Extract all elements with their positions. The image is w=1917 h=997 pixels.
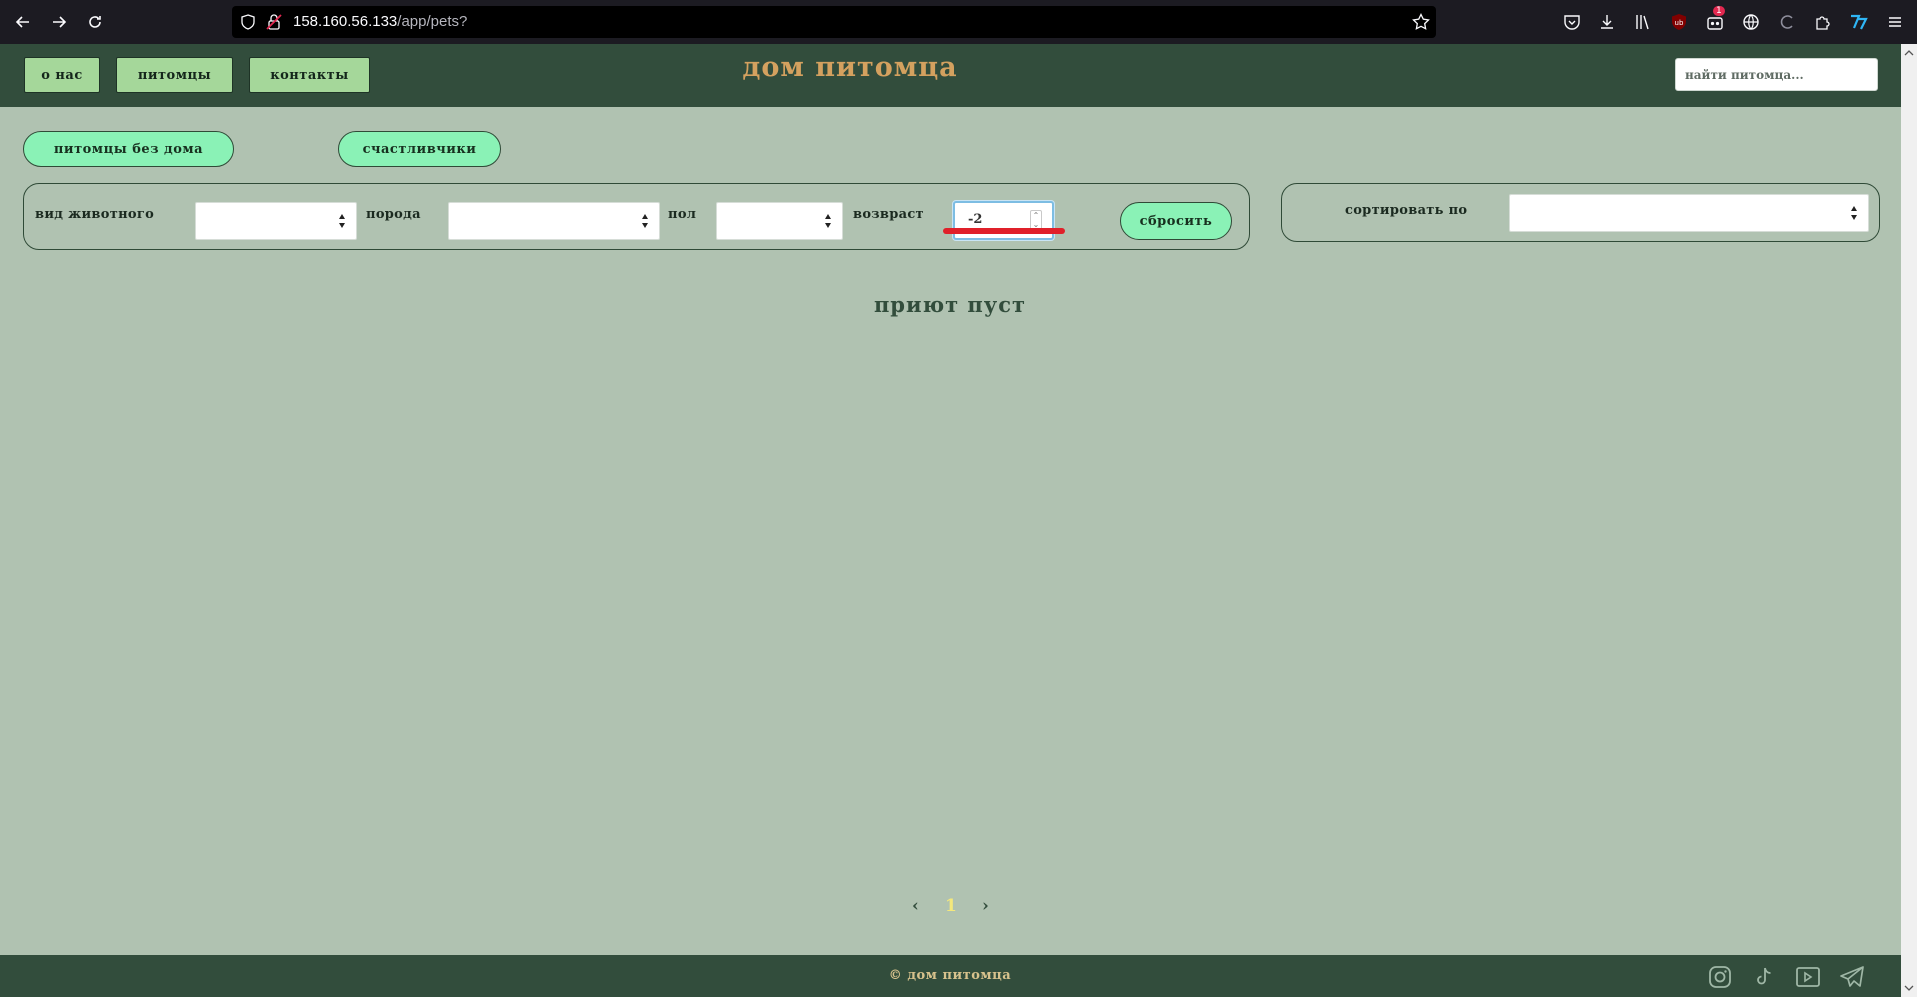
pet-search-input[interactable] (1675, 58, 1878, 91)
age-input-value: -2 (968, 212, 983, 227)
ublock-icon[interactable]: ub (1668, 11, 1690, 33)
breed-label: ПОРОДА (366, 207, 421, 222)
species-label: ВИД ЖИВОТНОГО (35, 207, 155, 222)
pocket-icon[interactable] (1561, 11, 1583, 33)
insecure-lock-icon[interactable] (266, 13, 282, 36)
globe-icon[interactable] (1740, 11, 1762, 33)
sex-label: ПОЛ (668, 207, 697, 222)
species-select[interactable] (195, 202, 357, 240)
extension-badge-icon[interactable]: 1 (1704, 6, 1726, 33)
nav-contacts-button[interactable]: КОНТАКТЫ (249, 57, 370, 93)
downloads-icon[interactable] (1596, 11, 1618, 33)
scroll-down-arrow-icon[interactable] (1904, 983, 1914, 993)
url-text: 158.160.56.133/app/pets? (293, 13, 468, 30)
age-number-input[interactable]: -2 ⌃ ⌄ (953, 201, 1054, 240)
translate-extension-icon[interactable] (1848, 11, 1870, 33)
footer-copyright: © ДОМ ПИТОМЦА (888, 968, 1012, 983)
nav-pets-button[interactable]: ПИТОМЦЫ (116, 57, 233, 93)
site-footer: © ДОМ ПИТОМЦА (0, 955, 1901, 997)
reset-filters-button[interactable]: СБРОСИТЬ (1120, 202, 1232, 240)
annotation-red-underline (943, 228, 1065, 234)
shield-icon[interactable] (240, 14, 256, 35)
library-icon[interactable] (1632, 11, 1654, 33)
empty-shelter-message: приют пуст (873, 292, 1027, 317)
nav-about-button[interactable]: О НАС (24, 57, 100, 93)
number-spinner[interactable]: ⌃ ⌄ (1030, 210, 1042, 230)
address-bar[interactable]: 158.160.56.133/app/pets? (232, 6, 1436, 38)
scroll-up-arrow-icon[interactable] (1904, 48, 1914, 58)
tab-lucky-ones[interactable]: СЧАСТЛИВЧИКИ (338, 131, 501, 167)
menu-icon[interactable] (1884, 11, 1906, 33)
svg-text:ub: ub (1675, 19, 1684, 27)
browser-toolbar: 158.160.56.133/app/pets? ub 1 (0, 0, 1917, 44)
select-arrows-icon (641, 214, 649, 228)
youtube-icon[interactable] (1794, 963, 1822, 991)
forward-button[interactable] (46, 9, 72, 35)
select-arrows-icon (1850, 206, 1858, 220)
site-title: ДОМ ПИТОМЦА (742, 52, 958, 83)
tiktok-icon[interactable] (1750, 963, 1778, 991)
bookmark-star-icon[interactable] (1412, 13, 1430, 36)
select-arrows-icon (824, 214, 832, 228)
page-scrollbar[interactable] (1901, 44, 1917, 997)
back-button[interactable] (10, 9, 36, 35)
sex-select[interactable] (716, 202, 843, 240)
telegram-icon[interactable] (1838, 963, 1866, 991)
tab-homeless-pets[interactable]: ПИТОМЦЫ БЕЗ ДОМА (23, 131, 234, 167)
age-label: ВОЗВРАСТ (853, 207, 924, 222)
spin-up-icon[interactable]: ⌃ (1033, 211, 1040, 220)
sort-label: СОРТИРОВАТЬ ПО (1345, 203, 1468, 218)
pagination-prev-button[interactable]: ‹ (912, 896, 919, 920)
instagram-icon[interactable] (1706, 963, 1734, 991)
extension-badge-count: 1 (1713, 6, 1725, 16)
extensions-puzzle-icon[interactable] (1812, 11, 1834, 33)
pagination-current-page[interactable]: 1 (945, 896, 957, 920)
sort-select[interactable] (1509, 194, 1869, 232)
pagination-next-button[interactable]: › (982, 896, 989, 920)
select-arrows-icon (338, 214, 346, 228)
sync-icon[interactable] (1776, 11, 1798, 33)
site-header: О НАС ПИТОМЦЫ КОНТАКТЫ ДОМ ПИТОМЦА (0, 44, 1901, 107)
reload-button[interactable] (82, 9, 108, 35)
breed-select[interactable] (448, 202, 660, 240)
